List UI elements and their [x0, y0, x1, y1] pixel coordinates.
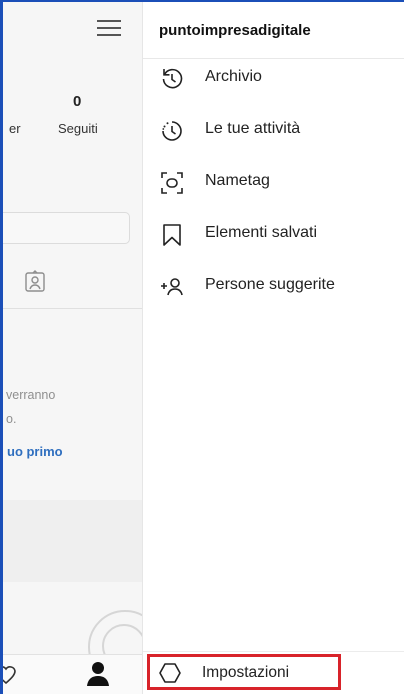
menu-item-archive[interactable]: Archivio — [143, 58, 404, 98]
profile-background: 0 er Seguiti verranno o. uo primo — [3, 0, 142, 694]
menu-item-label: Persone suggerite — [205, 276, 335, 293]
activity-heart-icon[interactable] — [3, 664, 17, 686]
archive-icon — [162, 68, 183, 89]
menu-item-suggested-people[interactable]: Persone suggerite — [143, 266, 404, 306]
activity-clock-icon — [162, 121, 182, 141]
empty-state-text: o. — [6, 412, 17, 426]
nametag-icon — [161, 172, 183, 194]
bottom-nav-bar — [3, 654, 142, 694]
frame-border — [0, 0, 3, 694]
menu-item-label: Nametag — [205, 172, 270, 189]
empty-band — [3, 500, 142, 582]
side-drawer: puntoimpresadigitale Archivio Le tue att… — [142, 0, 404, 694]
menu-item-label: Elementi salvati — [205, 224, 318, 241]
edit-profile-button[interactable] — [3, 212, 130, 244]
settings-label: Impostazioni — [202, 664, 290, 681]
settings-icon — [159, 663, 181, 683]
menu-item-nametag[interactable]: Nametag — [143, 162, 404, 202]
followers-label[interactable]: er — [9, 121, 21, 136]
profile-nav-icon[interactable] — [86, 661, 110, 687]
app-frame: 0 er Seguiti verranno o. uo primo puntoi… — [0, 0, 404, 694]
add-person-icon — [161, 278, 183, 296]
menu-item-label: Le tue attività — [205, 120, 301, 137]
divider — [143, 651, 404, 652]
tagged-photos-icon[interactable] — [23, 270, 47, 294]
divider — [3, 308, 142, 309]
share-first-photo-link[interactable]: uo primo — [7, 444, 63, 459]
following-label[interactable]: Seguiti — [58, 121, 98, 136]
menu-item-saved[interactable]: Elementi salvati — [143, 214, 404, 254]
drawer-username: puntoimpresadigitale — [159, 22, 311, 39]
following-count[interactable]: 0 — [73, 93, 81, 110]
menu-hamburger-icon[interactable] — [97, 18, 123, 38]
frame-border — [0, 0, 404, 2]
settings-button[interactable]: Impostazioni — [147, 654, 341, 690]
menu-item-activity[interactable]: Le tue attività — [143, 110, 404, 150]
empty-state-text: verranno — [6, 388, 56, 402]
menu-item-label: Archivio — [205, 68, 262, 85]
bookmark-icon — [163, 224, 181, 246]
